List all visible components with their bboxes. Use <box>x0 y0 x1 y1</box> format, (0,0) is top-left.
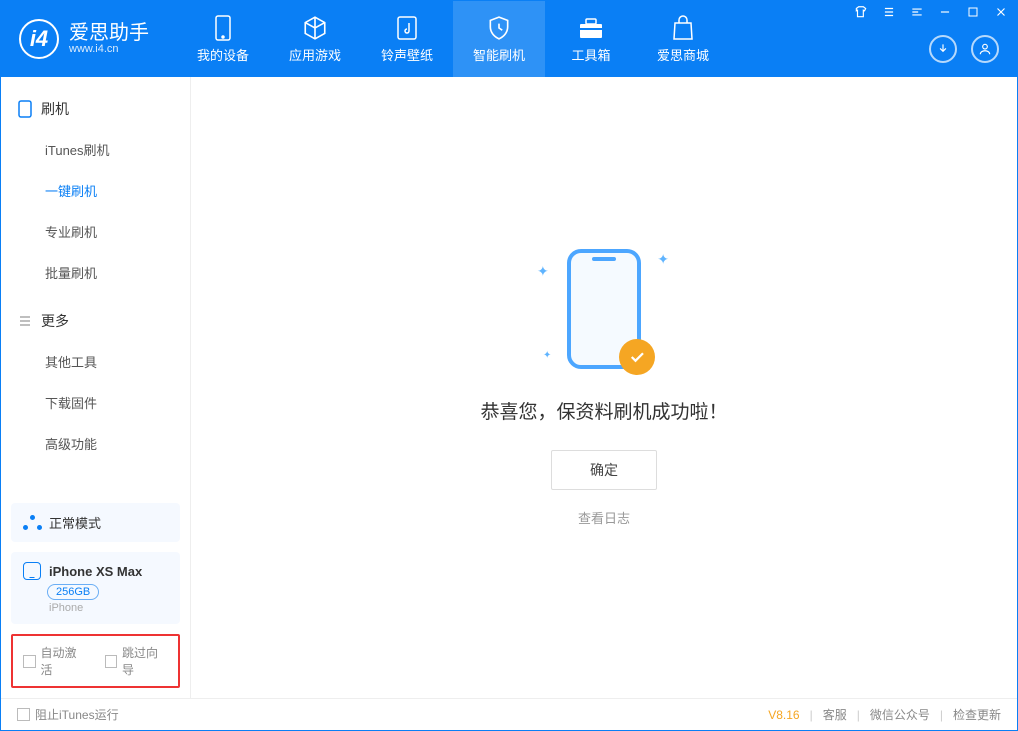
tab-store[interactable]: 爱思商城 <box>637 1 729 77</box>
sidebar-item-advanced[interactable]: 高级功能 <box>1 423 190 464</box>
sparkle-icon: ✦ <box>657 251 669 268</box>
device-icon <box>210 15 236 41</box>
footer-link-wechat[interactable]: 微信公众号 <box>870 706 930 723</box>
bag-icon <box>670 15 696 41</box>
app-title: 爱思助手 <box>69 23 149 43</box>
footer-link-service[interactable]: 客服 <box>823 706 847 723</box>
success-message: 恭喜您，保资料刷机成功啦！ <box>480 397 727 424</box>
device-storage: 256GB <box>47 584 99 600</box>
tab-label: 工具箱 <box>571 45 610 64</box>
sparkle-icon: ✦ <box>537 263 549 280</box>
check-badge-icon <box>619 339 655 375</box>
sidebar-section-flash[interactable]: 刷机 <box>1 89 190 129</box>
sidebar-item-oneclick-flash[interactable]: 一键刷机 <box>1 170 190 211</box>
tab-label: 我的设备 <box>197 45 249 64</box>
mode-card[interactable]: 正常模式 <box>11 503 180 542</box>
cube-icon <box>302 15 328 41</box>
device-name: iPhone XS Max <box>49 564 142 579</box>
tab-label: 智能刷机 <box>473 45 525 64</box>
success-illustration: ✦ ✦ ✦ <box>567 249 641 369</box>
tab-label: 铃声壁纸 <box>381 45 433 64</box>
device-type: iPhone <box>49 602 168 614</box>
logo-icon: i4 <box>19 19 59 59</box>
options-box: 自动激活 跳过向导 <box>11 634 180 688</box>
device-card[interactable]: iPhone XS Max 256GB iPhone <box>11 552 180 624</box>
tab-toolbox[interactable]: 工具箱 <box>545 1 637 77</box>
maximize-button[interactable] <box>965 4 981 20</box>
sidebar-item-batch-flash[interactable]: 批量刷机 <box>1 252 190 293</box>
body: 刷机 iTunes刷机 一键刷机 专业刷机 批量刷机 更多 其他工具 下载固件 … <box>1 77 1017 698</box>
checkbox-icon <box>17 708 30 721</box>
app-subtitle: www.i4.cn <box>69 43 149 55</box>
tshirt-icon[interactable] <box>853 4 869 20</box>
shield-icon <box>486 15 512 41</box>
app-window: i4 爱思助手 www.i4.cn 我的设备 应用游戏 铃声壁纸 智能刷机 <box>0 0 1018 731</box>
menu-icon[interactable] <box>881 4 897 20</box>
checkbox-label: 自动激活 <box>41 644 87 678</box>
music-file-icon <box>394 15 420 41</box>
list-icon <box>17 313 33 329</box>
mode-icon <box>23 514 41 532</box>
checkbox-label: 阻止iTunes运行 <box>35 706 119 723</box>
version-label: V8.16 <box>768 708 799 722</box>
header: i4 爱思助手 www.i4.cn 我的设备 应用游戏 铃声壁纸 智能刷机 <box>1 1 1017 77</box>
sidebar-item-pro-flash[interactable]: 专业刷机 <box>1 211 190 252</box>
device-phone-icon <box>23 562 41 580</box>
logo[interactable]: i4 爱思助手 www.i4.cn <box>1 19 167 59</box>
header-right <box>929 35 999 63</box>
section-title: 更多 <box>41 311 69 331</box>
sidebar: 刷机 iTunes刷机 一键刷机 专业刷机 批量刷机 更多 其他工具 下载固件 … <box>1 77 191 698</box>
checkbox-icon <box>105 655 118 668</box>
window-controls <box>853 4 1009 20</box>
checkbox-icon <box>23 655 36 668</box>
phone-icon <box>17 101 33 117</box>
tab-apps-games[interactable]: 应用游戏 <box>269 1 361 77</box>
tab-label: 爱思商城 <box>657 45 709 64</box>
download-button[interactable] <box>929 35 957 63</box>
tab-my-device[interactable]: 我的设备 <box>177 1 269 77</box>
minimize-button[interactable] <box>937 4 953 20</box>
checkbox-auto-activate[interactable]: 自动激活 <box>23 644 87 678</box>
tab-smart-flash[interactable]: 智能刷机 <box>453 1 545 77</box>
sidebar-section-more[interactable]: 更多 <box>1 301 190 341</box>
footer-link-update[interactable]: 检查更新 <box>953 706 1001 723</box>
confirm-button[interactable]: 确定 <box>551 450 657 490</box>
tab-ringtone-wallpaper[interactable]: 铃声壁纸 <box>361 1 453 77</box>
close-button[interactable] <box>993 4 1009 20</box>
sidebar-item-download-firmware[interactable]: 下载固件 <box>1 382 190 423</box>
footer: 阻止iTunes运行 V8.16 | 客服 | 微信公众号 | 检查更新 <box>1 698 1017 730</box>
user-button[interactable] <box>971 35 999 63</box>
checkbox-skip-guide[interactable]: 跳过向导 <box>105 644 169 678</box>
view-log-link[interactable]: 查看日志 <box>578 508 630 527</box>
sidebar-item-other-tools[interactable]: 其他工具 <box>1 341 190 382</box>
section-title: 刷机 <box>41 99 69 119</box>
sparkle-icon: ✦ <box>543 350 551 361</box>
tab-label: 应用游戏 <box>289 45 341 64</box>
main-content: ✦ ✦ ✦ 恭喜您，保资料刷机成功啦！ 确定 查看日志 <box>191 77 1017 698</box>
mode-label: 正常模式 <box>49 513 101 532</box>
sidebar-item-itunes-flash[interactable]: iTunes刷机 <box>1 129 190 170</box>
toolbox-icon <box>578 15 604 41</box>
checkbox-label: 跳过向导 <box>122 644 168 678</box>
lines-icon[interactable] <box>909 4 925 20</box>
checkbox-block-itunes[interactable]: 阻止iTunes运行 <box>17 706 119 723</box>
nav-tabs: 我的设备 应用游戏 铃声壁纸 智能刷机 工具箱 爱思商城 <box>177 1 729 77</box>
